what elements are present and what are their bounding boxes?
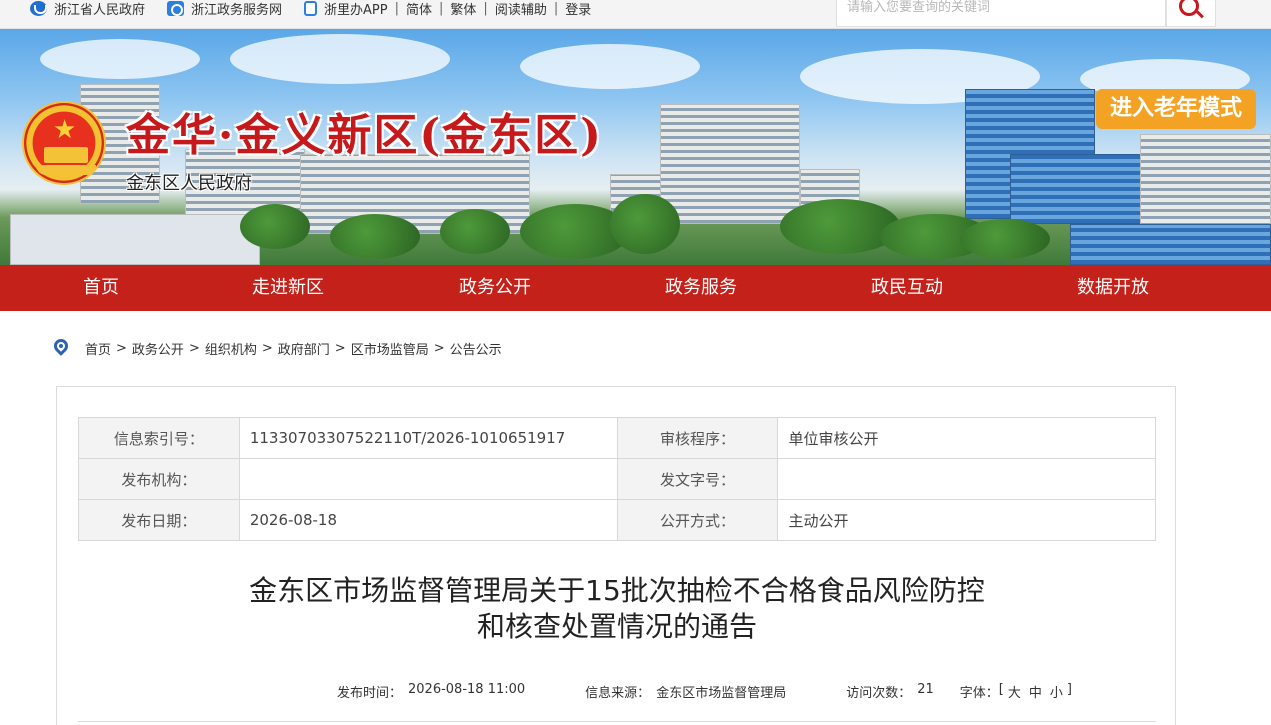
font-medium-button[interactable]: 中 (1029, 682, 1042, 701)
breadcrumb-item-departments[interactable]: 政府部门 (278, 339, 330, 358)
font-large-button[interactable]: 大 (1008, 682, 1021, 701)
table-row: 发布机构： 发文字号： (78, 458, 1156, 500)
link-zhejiang-service-label: 浙江政务服务网 (191, 2, 283, 18)
mode-value: 主动公开 (777, 499, 1156, 541)
main-nav: 首页 走进新区 政务公开 政务服务 政民互动 数据开放 (0, 265, 1271, 311)
font-size-bracket-open: [ (998, 682, 1004, 697)
link-traditional[interactable]: 繁体 (450, 0, 476, 18)
source-value: 金东区市场监督管理局 (656, 686, 787, 701)
top-links: 浙江省人民政府 浙江政务服务网 浙里办APP | 简体 | 繁体 | 阅读辅助 … (30, 0, 591, 18)
link-zheliban-app-label: 浙里办APP (324, 2, 388, 18)
government-icon (30, 0, 47, 16)
article-title-line2: 和核查处置情况的通告 (476, 610, 757, 643)
review-label: 审核程序： (616, 417, 779, 459)
header-banner: ★ 金华·金义新区(金东区) 金东区人民政府 进入老年模式 (0, 29, 1271, 265)
nav-gov-affairs[interactable]: 政务公开 (435, 265, 555, 311)
search-box (836, 0, 1166, 27)
breadcrumb-item-market-bureau[interactable]: 区市场监管局 (351, 339, 429, 358)
site-subtitle: 金东区人民政府 (126, 173, 252, 194)
docno-value (777, 458, 1156, 500)
link-zheliban-app[interactable]: 浙里办APP (304, 0, 388, 18)
mobile-app-icon (304, 0, 318, 16)
date-label: 发布日期： (78, 499, 240, 541)
search-button[interactable] (1166, 0, 1216, 27)
article-info-bar: 发布时间： 2026-08-18 11:00 信息来源： 金东区市场监督管理局 … (337, 682, 1072, 701)
font-size-bracket-close: ] (1066, 682, 1072, 697)
link-zhejiang-gov[interactable]: 浙江省人民政府 (30, 0, 145, 18)
divider (78, 721, 1156, 722)
nav-interaction[interactable]: 政民互动 (847, 265, 967, 311)
font-small-button[interactable]: 小 (1050, 682, 1063, 701)
visits-value: 21 (917, 682, 934, 697)
breadcrumb: 首页 > 政务公开 > 组织机构 > 政府部门 > 区市场监管局 > 公告公示 (54, 338, 502, 358)
metadata-table: 信息索引号： 11330703307522110T/2026-101065191… (78, 417, 1156, 541)
national-emblem: ★ (22, 101, 106, 185)
link-reading-assist[interactable]: 阅读辅助 (495, 0, 547, 18)
breadcrumb-item-notices[interactable]: 公告公示 (450, 339, 502, 358)
publish-time-value: 2026-08-18 11:00 (408, 682, 526, 697)
table-row: 信息索引号： 11330703307522110T/2026-101065191… (78, 417, 1156, 459)
article-container: 信息索引号： 11330703307522110T/2026-101065191… (56, 386, 1176, 725)
table-row: 发布日期： 2026-08-18 公开方式： 主动公开 (78, 499, 1156, 541)
nav-open-data[interactable]: 数据开放 (1053, 265, 1173, 311)
article-title: 金东区市场监督管理局关于15批次抽检不合格食品风险防控 和核查处置情况的通告 (57, 573, 1177, 645)
search-icon (1179, 0, 1199, 16)
search-input[interactable] (847, 0, 1147, 14)
index-label: 信息索引号： (78, 417, 240, 459)
elder-mode-button[interactable]: 进入老年模式 (1096, 89, 1256, 129)
location-pin-icon (54, 339, 70, 357)
breadcrumb-item-home[interactable]: 首页 (85, 339, 111, 358)
nav-home[interactable]: 首页 (41, 265, 161, 311)
publish-time-label: 发布时间： (337, 686, 403, 701)
breadcrumb-item-gov-affairs[interactable]: 政务公开 (132, 339, 184, 358)
index-value: 11330703307522110T/2026-1010651917 (238, 417, 618, 459)
breadcrumb-item-organization[interactable]: 组织机构 (205, 339, 257, 358)
docno-label: 发文字号： (616, 458, 779, 500)
org-value (238, 458, 618, 500)
article-title-line1: 金东区市场监督管理局关于15批次抽检不合格食品风险防控 (249, 574, 985, 607)
link-zhejiang-service[interactable]: 浙江政务服务网 (167, 0, 282, 18)
service-icon (167, 0, 185, 16)
visits-label: 访问次数： (846, 686, 912, 701)
link-simplified[interactable]: 简体 (406, 0, 432, 18)
source-label: 信息来源： (585, 686, 651, 701)
link-zhejiang-gov-label: 浙江省人民政府 (54, 2, 146, 18)
mode-label: 公开方式： (616, 499, 779, 541)
site-brand: 金华·金义新区(金东区) (126, 110, 603, 161)
nav-about[interactable]: 走进新区 (228, 265, 348, 311)
top-bar: 浙江省人民政府 浙江政务服务网 浙里办APP | 简体 | 繁体 | 阅读辅助 … (0, 0, 1271, 29)
font-size-label: 字体： (959, 686, 999, 701)
review-value: 单位审核公开 (777, 417, 1156, 459)
date-value: 2026-08-18 (238, 499, 618, 541)
link-login[interactable]: 登录 (565, 0, 591, 18)
org-label: 发布机构： (78, 458, 240, 500)
nav-gov-services[interactable]: 政务服务 (641, 265, 761, 311)
